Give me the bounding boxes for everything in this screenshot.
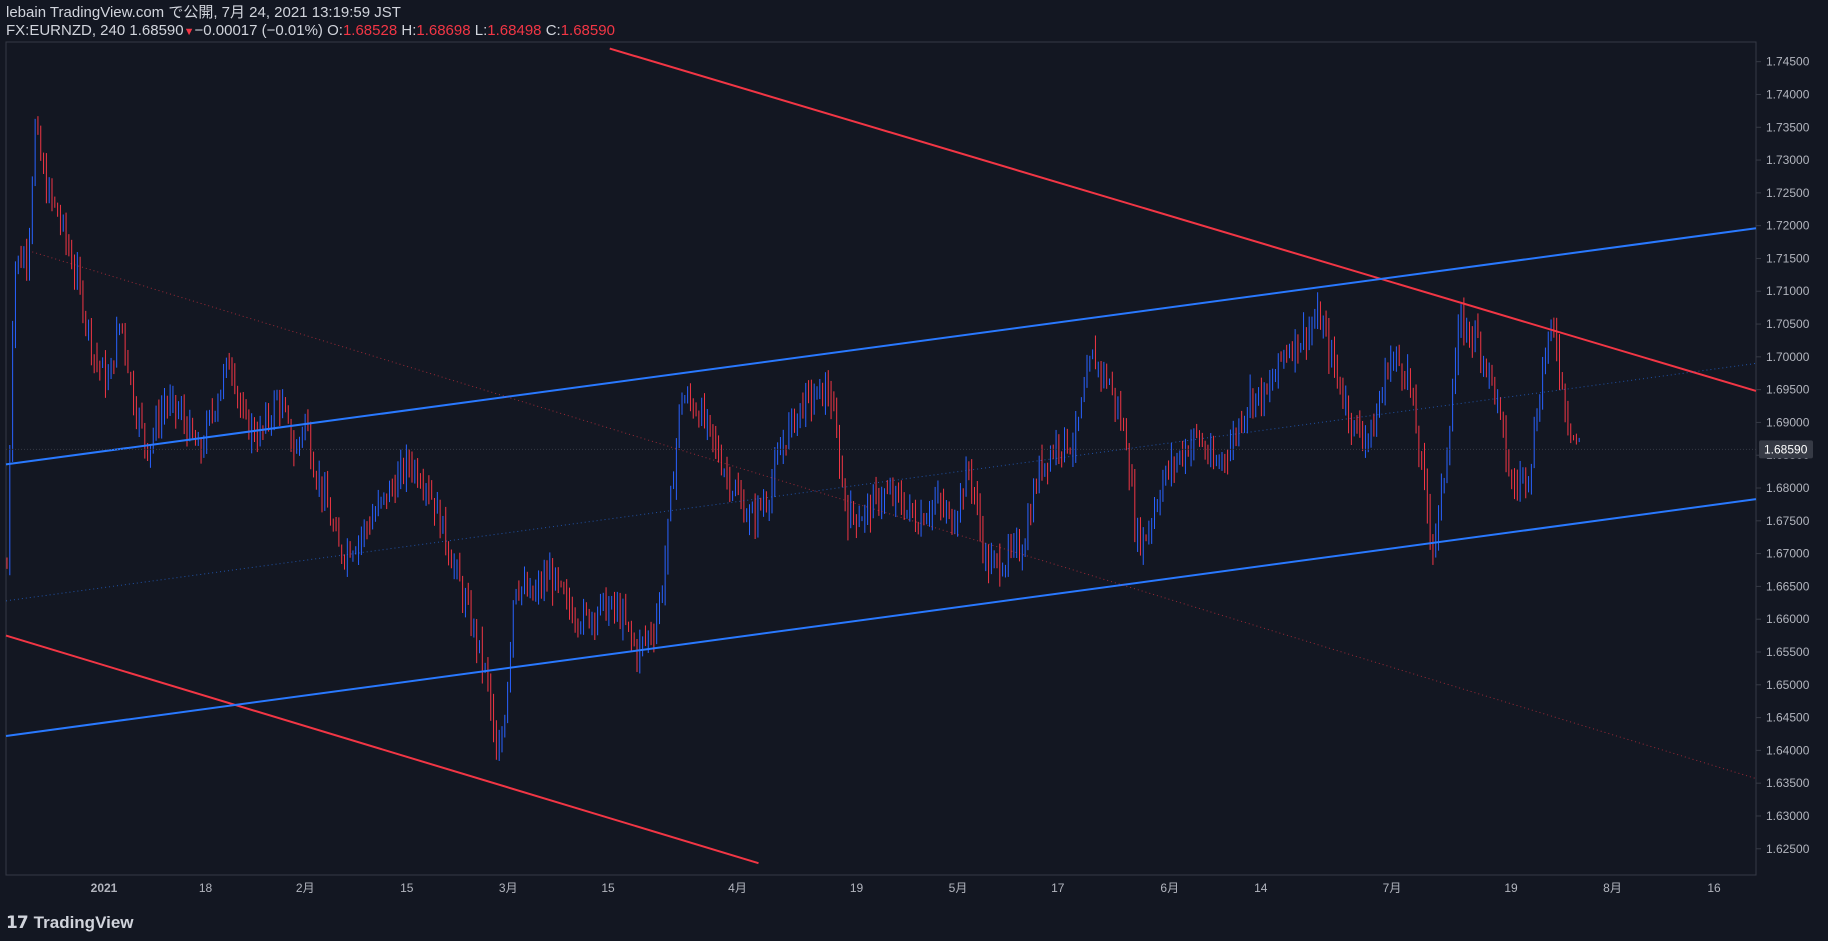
price-tick-label: 1.66000 <box>1766 612 1810 626</box>
tradingview-logo-icon: 𝟭𝟳 <box>6 913 29 932</box>
price-tick-label: 1.72500 <box>1766 186 1810 200</box>
dotted-red-trendline[interactable] <box>32 251 1757 780</box>
price-tick-label: 1.65500 <box>1766 645 1810 659</box>
time-tick-label: 14 <box>1254 881 1268 895</box>
price-tick-label: 1.67500 <box>1766 514 1810 528</box>
time-tick-label: 7月 <box>1383 881 1402 895</box>
time-tick-label: 17 <box>1051 881 1065 895</box>
price-chart[interactable]: 1.62500 1.63000 1.63500 1.64000 1.64500 1.650… <box>0 0 1828 941</box>
candles <box>6 116 1580 761</box>
time-tick-label: 4月 <box>728 881 747 895</box>
price-tick-label: 1.67000 <box>1766 547 1810 561</box>
dotted-blue-trendline[interactable] <box>5 362 1757 602</box>
time-tick-label: 2021 <box>91 881 118 895</box>
time-tick-label: 8月 <box>1603 881 1622 895</box>
footer-brand[interactable]: 𝟭𝟳 TradingView <box>6 913 134 933</box>
price-tick-label: 1.63500 <box>1766 776 1810 790</box>
price-tick-label: 1.64000 <box>1766 743 1810 757</box>
price-tick-label: 1.62500 <box>1766 842 1810 856</box>
time-tick-label: 5月 <box>949 881 968 895</box>
time-tick-label: 18 <box>199 881 213 895</box>
red-trendline[interactable] <box>5 634 759 865</box>
red-trendline[interactable] <box>609 47 1757 392</box>
blue-trendline[interactable] <box>5 227 1757 466</box>
price-tick-label: 1.70500 <box>1766 317 1810 331</box>
price-tick-label: 1.63000 <box>1766 809 1810 823</box>
price-tick-label: 1.70000 <box>1766 350 1810 364</box>
time-tick-label: 19 <box>1504 881 1518 895</box>
price-tick-label: 1.68000 <box>1766 481 1810 495</box>
price-tick-label: 1.69500 <box>1766 383 1810 397</box>
price-tick-label: 1.69000 <box>1766 415 1810 429</box>
time-tick-label: 2月 <box>296 881 315 895</box>
plot-area[interactable] <box>5 41 1757 876</box>
time-tick-label: 15 <box>601 881 615 895</box>
time-tick-label: 6月 <box>1160 881 1179 895</box>
price-tick-label: 1.66500 <box>1766 579 1810 593</box>
time-tick-label: 16 <box>1707 881 1721 895</box>
time-tick-label: 3月 <box>499 881 518 895</box>
price-tick-label: 1.64500 <box>1766 711 1810 725</box>
trendlines[interactable] <box>5 47 1757 865</box>
last-price-label: 1.68590 <box>1764 442 1808 456</box>
price-tick-label: 1.65000 <box>1766 678 1810 692</box>
time-tick-label: 19 <box>850 881 864 895</box>
price-tick-label: 1.71000 <box>1766 284 1810 298</box>
last-price-marker: 1.68590 <box>6 440 1813 459</box>
blue-trendline[interactable] <box>5 498 1757 737</box>
price-tick-label: 1.72000 <box>1766 219 1810 233</box>
price-tick-label: 1.74000 <box>1766 87 1810 101</box>
brand-name: TradingView <box>33 913 134 932</box>
price-tick-label: 1.73500 <box>1766 120 1810 134</box>
time-axis[interactable]: 2021 18 2月 15 3月 15 4月 19 5月 17 6月 14 7月 19 8月 16 <box>91 881 1721 895</box>
price-tick-label: 1.74500 <box>1766 55 1810 69</box>
price-tick-label: 1.71500 <box>1766 251 1810 265</box>
price-tick-label: 1.73000 <box>1766 153 1810 167</box>
time-tick-label: 15 <box>400 881 414 895</box>
